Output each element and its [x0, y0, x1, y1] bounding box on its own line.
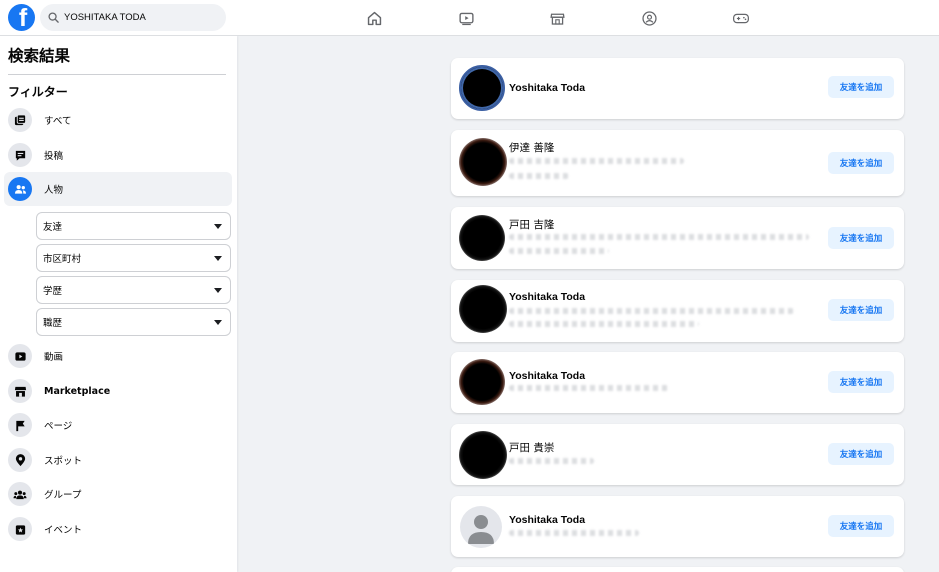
- dropdown-label: 学歴: [43, 286, 63, 297]
- groups-icon[interactable]: [637, 6, 661, 30]
- result-card[interactable]: Yoshitaka Toda 友達を追加: [451, 280, 904, 342]
- groups-icon: [8, 482, 32, 506]
- result-name[interactable]: Yoshitaka Toda: [509, 370, 585, 382]
- posts-icon: [8, 143, 32, 167]
- flag-icon: [8, 413, 32, 437]
- add-friend-button[interactable]: 友達を追加: [828, 371, 894, 393]
- sidebar-item-label: 動画: [44, 352, 64, 363]
- sidebar-item-label: すべて: [44, 116, 72, 127]
- video-icon: [8, 344, 32, 368]
- avatar[interactable]: [459, 431, 507, 479]
- result-card[interactable]: Yoshitaka Toda 友達を追加: [451, 496, 904, 557]
- gaming-icon[interactable]: [729, 6, 753, 30]
- home-icon[interactable]: [362, 6, 386, 30]
- add-friend-button[interactable]: 友達を追加: [828, 443, 894, 465]
- sidebar-item-label: イベント: [44, 525, 83, 536]
- result-name[interactable]: 戸田 吉隆: [509, 217, 554, 232]
- education-filter-dropdown[interactable]: 学歴: [36, 276, 231, 304]
- result-card[interactable]: Yoshitaka Toda 友達を追加: [451, 58, 904, 119]
- add-friend-button[interactable]: 友達を追加: [828, 299, 894, 321]
- blurred-detail: [509, 458, 594, 464]
- sidebar-item-videos[interactable]: 動画: [4, 339, 232, 373]
- result-card[interactable]: 伊達 善隆 友達を追加: [451, 130, 904, 196]
- dropdown-label: 市区町村: [43, 254, 82, 265]
- dropdown-label: 友達: [43, 222, 63, 233]
- search-filters-sidebar: 検索結果 フィルター すべて 投稿 人物 友達 市区町村 学歴 職歴 動画 Ma…: [0, 36, 237, 572]
- add-friend-button[interactable]: 友達を追加: [828, 515, 894, 537]
- add-friend-button[interactable]: 友達を追加: [828, 76, 894, 98]
- all-icon: [8, 108, 32, 132]
- blurred-detail: [509, 530, 639, 536]
- watch-icon[interactable]: [454, 6, 478, 30]
- people-icon: [8, 177, 32, 201]
- sidebar-item-events[interactable]: イベント: [4, 512, 232, 546]
- dropdown-label: 職歴: [43, 318, 63, 329]
- result-name[interactable]: Yoshitaka Toda: [509, 514, 585, 526]
- avatar[interactable]: [459, 65, 505, 111]
- result-name[interactable]: Yoshitaka Toda: [509, 82, 585, 94]
- avatar[interactable]: [459, 285, 507, 333]
- sidebar-item-label: スポット: [44, 456, 83, 467]
- caret-down-icon: [214, 255, 222, 261]
- blurred-detail: [509, 234, 809, 240]
- result-card[interactable]: 戸田 吉隆 友達を追加: [451, 207, 904, 269]
- sidebar-item-people[interactable]: 人物: [4, 172, 232, 206]
- sidebar-item-label: グループ: [44, 490, 82, 501]
- avatar[interactable]: [459, 215, 505, 261]
- result-card[interactable]: Yoshitaka Toda 友達を追加: [451, 352, 904, 413]
- sidebar-item-label: 投稿: [44, 151, 64, 162]
- blurred-detail: [509, 321, 699, 327]
- sidebar-item-groups[interactable]: グループ: [4, 477, 232, 511]
- friends-filter-dropdown[interactable]: 友達: [36, 212, 231, 240]
- search-icon: [48, 12, 59, 23]
- sidebar-item-all[interactable]: すべて: [4, 103, 232, 137]
- top-navigation-bar: f: [0, 0, 939, 36]
- sidebar-item-places[interactable]: スポット: [4, 443, 232, 477]
- facebook-logo[interactable]: f: [8, 4, 35, 31]
- avatar[interactable]: [459, 359, 505, 405]
- result-name[interactable]: 伊達 善隆: [509, 140, 554, 155]
- sidebar-item-posts[interactable]: 投稿: [4, 138, 232, 172]
- page-title: 検索結果: [8, 47, 71, 65]
- divider: [8, 74, 226, 75]
- marketplace-icon[interactable]: [545, 6, 569, 30]
- event-icon: [8, 517, 32, 541]
- blurred-detail: [509, 308, 794, 314]
- result-card[interactable]: 戸田 貴崇 友達を追加: [451, 424, 904, 485]
- sidebar-item-label: 人物: [44, 185, 64, 196]
- default-avatar-icon[interactable]: [460, 506, 502, 548]
- search-box[interactable]: [40, 4, 226, 31]
- blurred-detail: [509, 248, 609, 254]
- blurred-detail: [509, 158, 684, 164]
- location-icon: [8, 448, 32, 472]
- sidebar-item-pages[interactable]: ページ: [4, 408, 232, 442]
- result-card[interactable]: [451, 567, 904, 572]
- avatar[interactable]: [459, 138, 507, 186]
- blurred-detail: [509, 173, 569, 179]
- marketplace-icon: [8, 379, 32, 403]
- result-name[interactable]: Yoshitaka Toda: [509, 291, 585, 303]
- filter-heading: フィルター: [8, 85, 68, 99]
- sidebar-item-marketplace[interactable]: Marketplace: [4, 374, 232, 408]
- blurred-detail: [509, 385, 669, 391]
- add-friend-button[interactable]: 友達を追加: [828, 227, 894, 249]
- add-friend-button[interactable]: 友達を追加: [828, 152, 894, 174]
- caret-down-icon: [214, 319, 222, 325]
- sidebar-item-label: Marketplace: [44, 385, 111, 397]
- work-filter-dropdown[interactable]: 職歴: [36, 308, 231, 336]
- caret-down-icon: [214, 287, 222, 293]
- search-input[interactable]: [64, 12, 214, 23]
- city-filter-dropdown[interactable]: 市区町村: [36, 244, 231, 272]
- result-name[interactable]: 戸田 貴崇: [509, 440, 554, 455]
- sidebar-item-label: ページ: [44, 421, 73, 432]
- caret-down-icon: [214, 223, 222, 229]
